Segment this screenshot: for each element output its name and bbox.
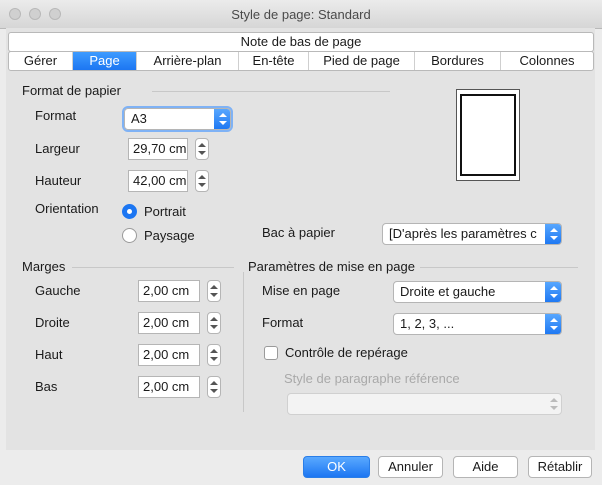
title-bar: Style de page: Standard [0, 0, 602, 29]
ok-button[interactable]: OK [303, 456, 370, 478]
height-field[interactable]: 42,00 cm [128, 170, 188, 192]
height-stepper[interactable] [195, 170, 209, 192]
chevron-updown-icon [545, 224, 561, 244]
help-button[interactable]: Aide [453, 456, 518, 478]
chevron-updown-icon [545, 282, 561, 302]
orientation-label: Orientation [35, 201, 99, 216]
numbering-format-label: Format [262, 315, 304, 330]
bottom-margin-label: Bas [35, 379, 58, 394]
height-label: Hauteur [35, 173, 82, 188]
reference-style-select[interactable] [287, 393, 562, 415]
top-margin-label: Haut [35, 347, 63, 362]
top-margin-stepper[interactable] [207, 344, 221, 366]
tab-header[interactable]: En-tête [239, 52, 309, 70]
paper-tray-value: [D'après les paramètres c [389, 226, 537, 241]
tab-bar: Gérer Page Arrière-plan En-tête Pied de … [8, 51, 594, 71]
section-separator [243, 272, 244, 412]
landscape-label: Paysage [144, 228, 195, 243]
reset-button[interactable]: Rétablir [528, 456, 592, 478]
margins-divider [72, 267, 234, 268]
chevron-updown-icon [545, 394, 561, 414]
page-layout-label: Mise en page [262, 283, 341, 298]
reference-style-label: Style de paragraphe référence [284, 371, 460, 386]
chevron-updown-icon [214, 109, 230, 129]
page-layout-value: Droite et gauche [400, 284, 496, 299]
register-checkbox[interactable] [264, 346, 278, 360]
right-margin-label: Droite [35, 315, 70, 330]
portrait-radio[interactable] [122, 204, 137, 219]
numbering-format-select[interactable]: 1, 2, 3, ... [393, 313, 562, 335]
numbering-format-value: 1, 2, 3, ... [400, 316, 455, 331]
margins-title: Marges [22, 259, 66, 274]
tab-page[interactable]: Page [73, 52, 137, 70]
page-layout-select[interactable]: Droite et gauche [393, 281, 562, 303]
paper-tray-select[interactable]: [D'après les paramètres c [382, 223, 562, 245]
left-margin-stepper[interactable] [207, 280, 221, 302]
format-select-value: A3 [131, 111, 147, 126]
format-label: Format [35, 108, 77, 123]
right-margin-stepper[interactable] [207, 312, 221, 334]
chevron-updown-icon [545, 314, 561, 334]
tab-footer[interactable]: Pied de page [309, 52, 415, 70]
window-title: Style de page: Standard [231, 7, 371, 22]
bottom-margin-field[interactable]: 2,00 cm [138, 376, 200, 398]
layout-settings-title: Paramètres de mise en page [248, 259, 415, 274]
tab-background[interactable]: Arrière-plan [137, 52, 239, 70]
paper-tray-label: Bac à papier [262, 225, 335, 240]
tab-columns[interactable]: Colonnes [501, 52, 593, 70]
left-margin-field[interactable]: 2,00 cm [138, 280, 200, 302]
tab-borders[interactable]: Bordures [415, 52, 501, 70]
width-field[interactable]: 29,70 cm [128, 138, 188, 160]
width-stepper[interactable] [195, 138, 209, 160]
format-select[interactable]: A3 [122, 106, 233, 132]
page-preview [456, 89, 520, 181]
cancel-button[interactable]: Annuler [378, 456, 443, 478]
width-label: Largeur [35, 141, 80, 156]
layout-settings-divider [420, 267, 578, 268]
bottom-margin-stepper[interactable] [207, 376, 221, 398]
paper-format-title: Format de papier [22, 83, 121, 98]
tab-manage[interactable]: Gérer [9, 52, 73, 70]
left-margin-label: Gauche [35, 283, 81, 298]
portrait-label: Portrait [144, 204, 186, 219]
register-label: Contrôle de repérage [285, 345, 408, 360]
landscape-radio[interactable] [122, 228, 137, 243]
tab-footnote[interactable]: Note de bas de page [8, 32, 594, 52]
paper-format-divider [152, 91, 390, 92]
top-margin-field[interactable]: 2,00 cm [138, 344, 200, 366]
right-margin-field[interactable]: 2,00 cm [138, 312, 200, 334]
